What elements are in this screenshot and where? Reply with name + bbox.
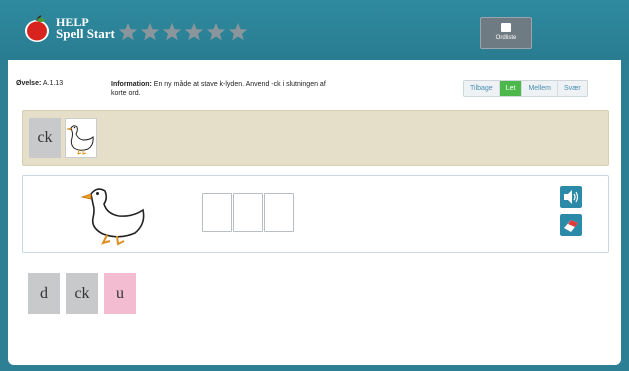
app-title: HELP Spell Start — [56, 16, 115, 40]
duck-image — [80, 188, 145, 246]
level-mellem-button[interactable]: Mellem — [522, 81, 558, 96]
eraser-icon[interactable] — [560, 214, 582, 236]
level-tilbage-button[interactable]: Tilbage — [464, 81, 500, 96]
speaker-icon[interactable] — [560, 186, 582, 208]
letter-tile-ck[interactable]: ck — [66, 273, 98, 314]
exercise-id: A.1.13 — [42, 80, 64, 87]
app-title-line2: Spell Start — [56, 26, 115, 41]
star-rating — [118, 22, 248, 42]
example-strip: ck — [22, 110, 609, 166]
letter-tile-u[interactable]: u — [104, 273, 136, 314]
level-let-button[interactable]: Let — [499, 81, 523, 96]
main-panel: Øvelse: A.1.13 Information: En ny måde a… — [8, 60, 621, 365]
star-icon — [206, 23, 226, 41]
star-icon — [140, 23, 160, 41]
top-bar: HELP Spell Start Ordliste — [0, 0, 629, 60]
star-icon — [162, 23, 182, 41]
star-icon — [228, 23, 248, 41]
example-duck-image — [65, 118, 97, 158]
document-icon — [501, 23, 511, 32]
ordliste-button[interactable]: Ordliste — [480, 17, 532, 49]
info-label: Information: — [111, 81, 152, 88]
letter-slot[interactable] — [202, 193, 232, 232]
exercise-header: Øvelse: A.1.13 — [16, 80, 63, 87]
exercise-label: Øvelse: — [16, 80, 42, 87]
level-selector: Tilbage Let Mellem Svær — [463, 80, 588, 97]
star-icon — [184, 23, 204, 41]
apple-logo-icon — [25, 15, 49, 42]
level-svaer-button[interactable]: Svær — [558, 81, 587, 96]
letter-tile-d[interactable]: d — [28, 273, 60, 314]
ordliste-label: Ordliste — [495, 35, 517, 41]
letter-slot[interactable] — [264, 193, 294, 232]
star-icon — [118, 23, 138, 41]
example-letter-tile: ck — [29, 118, 61, 158]
exercise-info: Information: En ny måde at stave k-lyden… — [111, 80, 341, 98]
duck-icon — [66, 125, 94, 155]
workspace — [22, 175, 609, 253]
letter-slot[interactable] — [233, 193, 263, 232]
